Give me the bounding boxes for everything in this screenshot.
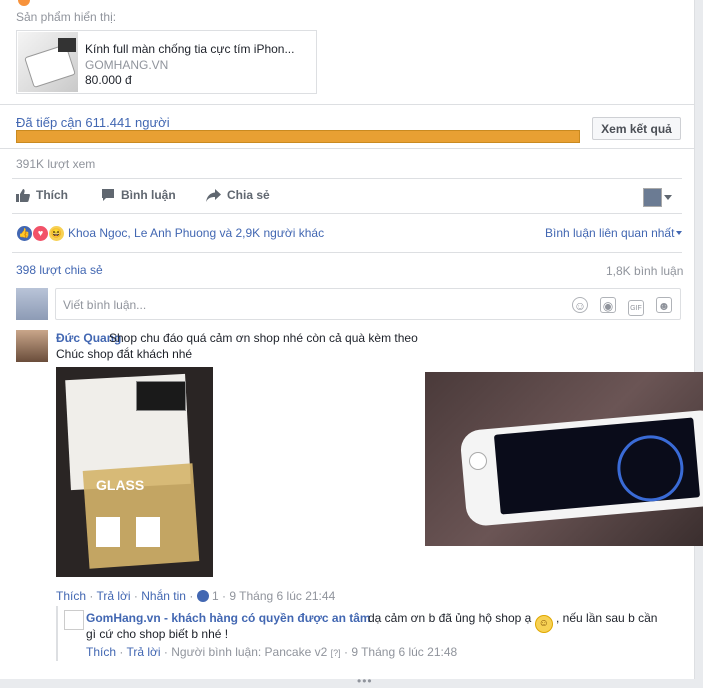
- thumbs-up-icon: [16, 189, 30, 202]
- commenter-help-link[interactable]: [?]: [331, 648, 341, 658]
- share-count[interactable]: 398 lượt chia sẻ: [16, 263, 103, 277]
- package-image: [58, 38, 76, 52]
- like-label: Thích: [36, 188, 68, 202]
- comment-like-link[interactable]: Thích: [56, 589, 86, 603]
- comment-photo[interactable]: GLASS: [56, 367, 213, 577]
- speech-bubble-icon: [102, 189, 114, 201]
- reply-like-link[interactable]: Thích: [86, 645, 116, 659]
- divider: [12, 178, 682, 179]
- sort-caret-icon[interactable]: [676, 231, 682, 235]
- home-button-icon: [469, 452, 487, 470]
- gomhang-card: [136, 381, 186, 411]
- avatar[interactable]: [64, 610, 84, 630]
- more-icon[interactable]: •••: [357, 674, 373, 688]
- comment-like-count[interactable]: 1: [212, 589, 219, 603]
- like-badge-icon: [196, 590, 209, 602]
- input-icons: ☺ ◉ GIF ☻: [560, 297, 672, 316]
- haha-reaction-icon: 😆: [48, 225, 65, 242]
- comment-sort-dropdown[interactable]: Bình luận liên quan nhất: [545, 226, 674, 240]
- reply-meta: Thích · Trả lời · Người bình luận: Panca…: [86, 645, 458, 659]
- like-button[interactable]: Thích: [16, 188, 68, 202]
- reach-progress-bar: [16, 130, 580, 143]
- divider: [0, 104, 694, 105]
- comment-message-link[interactable]: Nhắn tin: [141, 589, 186, 603]
- products-section-label: Sản phẩm hiển thị:: [16, 10, 117, 24]
- product-price: 80.000 đ: [85, 73, 132, 87]
- avatar[interactable]: [16, 330, 48, 362]
- divider: [0, 148, 694, 149]
- page-avatar-selector[interactable]: [643, 188, 662, 207]
- love-reaction-icon: ♥: [32, 225, 49, 242]
- comment-placeholder: Viết bình luận...: [63, 298, 147, 312]
- pack-label: [96, 517, 120, 547]
- product-site: GOMHANG.VN: [85, 58, 169, 72]
- pack-label: [136, 517, 160, 547]
- chevron-down-icon[interactable]: [664, 195, 672, 200]
- comment-label: Bình luận: [121, 188, 176, 202]
- reach-text: Đã tiếp cận 611.441 người: [16, 115, 170, 130]
- reply-time[interactable]: 9 Tháng 6 lúc 21:48: [351, 645, 457, 659]
- post-card: Sản phẩm hiển thị: Kính full màn chống t…: [0, 0, 695, 688]
- comment-button[interactable]: Bình luận: [101, 188, 176, 202]
- gif-icon[interactable]: GIF: [628, 300, 644, 316]
- smiley-emoji-icon: ☺: [534, 615, 553, 633]
- reply-commenter: Người bình luận: Pancake v2: [171, 645, 328, 659]
- status-dot-icon: [18, 0, 30, 6]
- comment-count[interactable]: 1,8K bình luận: [606, 264, 683, 278]
- reply-text-line2: gì cứ cho shop biết b nhé !: [86, 627, 229, 641]
- product-name[interactable]: Kính full màn chống tia cực tím iPhon...: [85, 42, 311, 56]
- comment-input[interactable]: Viết bình luận... ☺ ◉ GIF ☻: [55, 288, 681, 320]
- reply-reply-link[interactable]: Trả lời: [126, 645, 160, 659]
- sticker-icon[interactable]: ☻: [656, 297, 672, 313]
- comment-photo-phone[interactable]: [425, 372, 703, 546]
- comment-reply-link[interactable]: Trả lời: [96, 589, 130, 603]
- product-thumbnail[interactable]: [18, 32, 78, 92]
- view-results-button[interactable]: Xem kết quả: [592, 117, 681, 140]
- reply-author[interactable]: GomHang.vn - khách hàng có quyền được an…: [86, 611, 371, 625]
- reply-text-part1: dạ cảm ơn b đã ủng hộ shop ạ: [368, 611, 532, 625]
- reaction-names[interactable]: Khoa Ngoc, Le Anh Phuong và 2,9K người k…: [68, 226, 324, 240]
- reply-text: dạ cảm ơn b đã ủng hộ shop ạ ☺ , nếu lần…: [368, 611, 657, 633]
- view-count: 391K lượt xem: [16, 157, 96, 171]
- screen-glow: [614, 432, 687, 505]
- comment-meta: Thích · Trả lời · Nhắn tin · 1 · 9 Tháng…: [56, 589, 336, 603]
- comment-text: Shop chu đáo quá cảm ơn shop nhé còn cả …: [109, 331, 418, 345]
- share-arrow-icon: [206, 189, 221, 202]
- divider: [12, 213, 682, 214]
- comment-time[interactable]: 9 Tháng 6 lúc 21:44: [229, 589, 335, 603]
- share-label: Chia sẻ: [227, 188, 270, 202]
- comment-text-line2: Chúc shop đắt khách nhé: [56, 347, 193, 361]
- reply-text-part2: , nếu lần sau b cần: [556, 611, 658, 625]
- emoji-icon[interactable]: ☺: [572, 297, 588, 313]
- reply-thread-line: [56, 606, 58, 661]
- like-reaction-icon: 👍: [16, 225, 33, 242]
- share-button[interactable]: Chia sẻ: [206, 188, 270, 202]
- glass-label: GLASS: [96, 477, 145, 493]
- current-user-avatar: [16, 288, 48, 320]
- camera-icon[interactable]: ◉: [600, 297, 616, 313]
- product-card[interactable]: Kính full màn chống tia cực tím iPhon...…: [16, 30, 317, 94]
- divider: [12, 252, 682, 253]
